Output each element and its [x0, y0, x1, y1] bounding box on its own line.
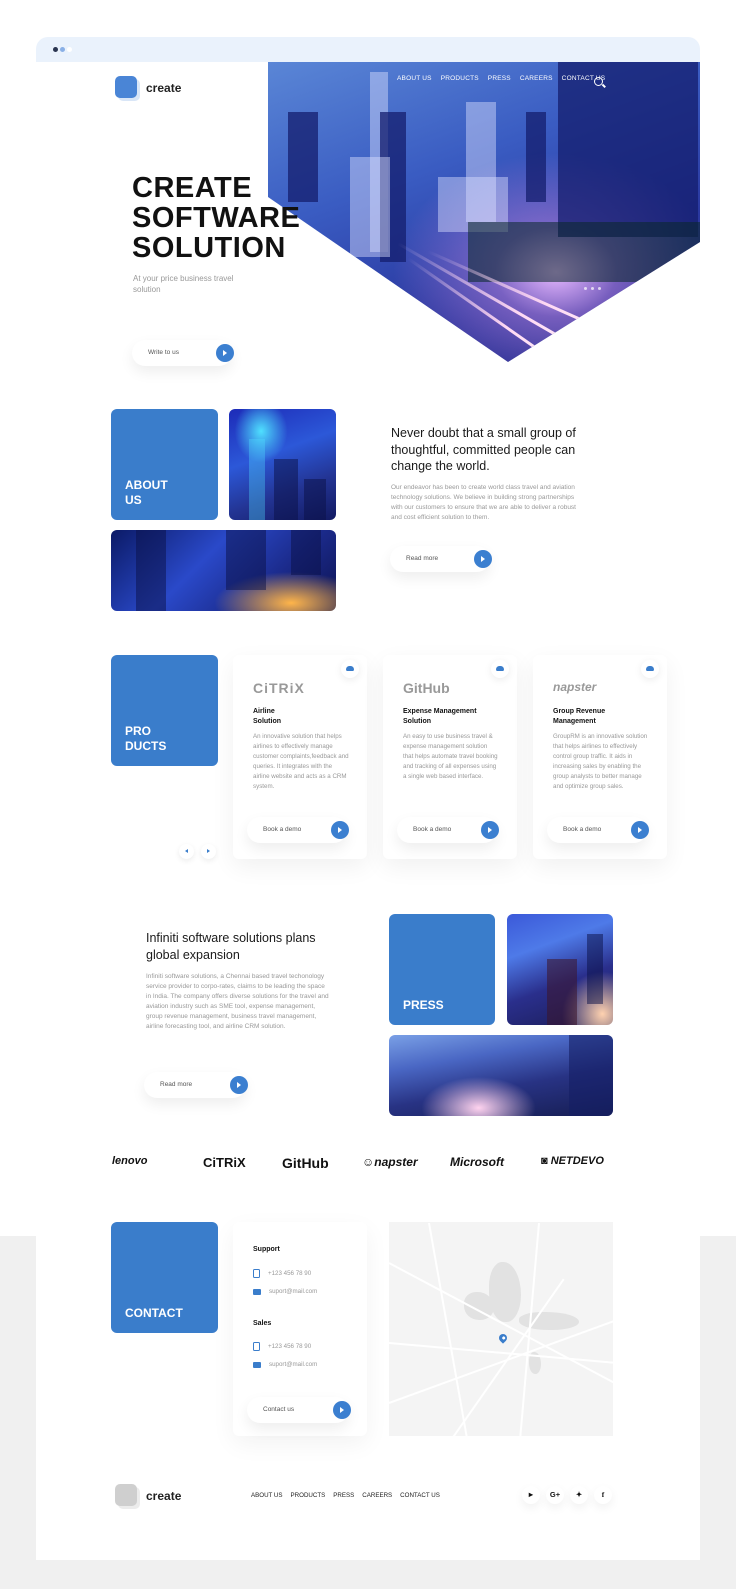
arrow-right-icon: [230, 1076, 248, 1094]
sales-email[interactable]: suport@mail.com: [253, 1361, 317, 1368]
footer-logo-icon: [115, 1484, 137, 1506]
mail-icon: [253, 1288, 261, 1295]
footer-nav-products[interactable]: PRODUCTS: [291, 1492, 326, 1499]
cloud-icon[interactable]: [491, 660, 509, 678]
mail-icon: [253, 1361, 261, 1368]
about-body: Our endeavor has been to create world cl…: [391, 484, 576, 521]
client-logo-netdevo: ◙ NETDEVO: [541, 1155, 604, 1167]
press-body: Infiniti software solutions, a Chennai b…: [146, 973, 329, 1030]
window-dot: [67, 47, 72, 52]
arrow-right-icon: [333, 1401, 351, 1419]
phone-icon: [253, 1269, 260, 1278]
about-us-card[interactable]: ABOUT US: [111, 409, 218, 520]
write-to-us-button[interactable]: Write to us: [132, 340, 234, 366]
support-email[interactable]: suport@mail.com: [253, 1288, 317, 1295]
book-demo-button[interactable]: Book a demo: [397, 817, 499, 843]
contact-us-button[interactable]: Contact us: [247, 1397, 351, 1423]
client-logo-citrix: CiTRiX: [203, 1155, 246, 1170]
contact-card[interactable]: CONTACT: [111, 1222, 218, 1333]
contact-info-card: Support +123 456 78 90 suport@mail.com S…: [233, 1222, 367, 1436]
about-photo-tower: [229, 409, 336, 520]
arrow-right-icon: [474, 550, 492, 568]
about-read-more-button[interactable]: Read more: [390, 546, 492, 572]
client-logo-napster: ☺napster: [362, 1155, 418, 1169]
product-card: CiTRiX Airline Solution An innovative so…: [233, 655, 367, 859]
client-logo-github: GitHub: [282, 1155, 329, 1171]
products-next-button[interactable]: [201, 844, 216, 859]
press-card[interactable]: PRESS: [389, 914, 495, 1025]
hero-slider-dots[interactable]: [584, 287, 601, 290]
search-icon[interactable]: [594, 77, 603, 86]
foursquare-icon[interactable]: ►: [522, 1486, 540, 1504]
footer-nav-careers[interactable]: CAREERS: [362, 1492, 392, 1499]
google-plus-icon[interactable]: G+: [546, 1486, 564, 1504]
twitter-icon[interactable]: ✦: [570, 1486, 588, 1504]
nav-press[interactable]: PRESS: [488, 75, 511, 82]
arrow-right-icon: [631, 821, 649, 839]
nav-about-us[interactable]: ABOUT US: [397, 75, 432, 82]
client-logo-lenovo: lenovo: [112, 1155, 148, 1167]
hero-title: CREATE SOFTWARE SOLUTION: [132, 172, 301, 264]
map-pin-icon[interactable]: [497, 1332, 509, 1344]
sales-phone[interactable]: +123 456 78 90: [253, 1342, 311, 1351]
products-card[interactable]: PRO DUCTS: [111, 655, 218, 766]
client-logo-microsoft: Microsoft: [450, 1155, 504, 1169]
cloud-icon[interactable]: [341, 660, 359, 678]
nav-careers[interactable]: CAREERS: [520, 75, 553, 82]
sales-heading: Sales: [253, 1320, 272, 1327]
arrow-right-icon: [481, 821, 499, 839]
product-card: napster Group Revenue Management GroupRM…: [533, 655, 667, 859]
arrow-right-icon: [331, 821, 349, 839]
logo-text[interactable]: create: [146, 81, 181, 95]
press-photo-highway: [389, 1035, 613, 1116]
support-heading: Support: [253, 1246, 280, 1253]
facebook-icon[interactable]: f: [594, 1486, 612, 1504]
product-brand-logo: CiTRiX: [253, 680, 305, 696]
window-dot: [53, 47, 58, 52]
arrow-right-icon: [216, 344, 234, 362]
nav-products[interactable]: PRODUCTS: [441, 75, 479, 82]
product-description: An easy to use business travel & expense…: [403, 733, 498, 780]
logo-icon: [115, 76, 137, 98]
book-demo-button[interactable]: Book a demo: [547, 817, 649, 843]
product-title: Expense Management Solution: [403, 708, 477, 725]
phone-icon: [253, 1342, 260, 1351]
location-map[interactable]: [389, 1222, 613, 1436]
products-prev-button[interactable]: [179, 844, 194, 859]
footer-nav: ABOUT US PRODUCTS PRESS CAREERS CONTACT …: [251, 1492, 440, 1499]
browser-frame: create ABOUT US PRODUCTS PRESS CAREERS C…: [36, 37, 700, 1560]
window-dot: [60, 47, 65, 52]
cloud-icon[interactable]: [641, 660, 659, 678]
footer-nav-press[interactable]: PRESS: [333, 1492, 354, 1499]
product-description: An innovative solution that helps airlin…: [253, 733, 349, 790]
press-read-more-button[interactable]: Read more: [144, 1072, 248, 1098]
footer-logo-text[interactable]: create: [146, 1489, 181, 1503]
hero-city-image: [268, 62, 700, 362]
product-brand-logo: GitHub: [403, 680, 450, 696]
product-card: GitHub Expense Management Solution An ea…: [383, 655, 517, 859]
support-phone[interactable]: +123 456 78 90: [253, 1269, 311, 1278]
browser-topbar: [36, 37, 700, 62]
about-photo-city: [111, 530, 336, 611]
client-logos: lenovo CiTRiX GitHub ☺napster Microsoft …: [112, 1155, 622, 1179]
product-brand-logo: napster: [553, 680, 597, 694]
press-photo-skyline: [507, 914, 613, 1025]
product-description: GroupRM is an innovative solution that h…: [553, 733, 648, 790]
press-heading: Infiniti software solutions plans global…: [146, 931, 316, 962]
book-demo-button[interactable]: Book a demo: [247, 817, 349, 843]
product-title: Group Revenue Management: [553, 708, 606, 725]
product-title: Airline Solution: [253, 708, 281, 725]
main-nav: ABOUT US PRODUCTS PRESS CAREERS CONTACT …: [397, 75, 605, 82]
hero-subtitle: At your price business travel solution: [133, 274, 234, 294]
about-heading: Never doubt that a small group of though…: [391, 426, 576, 473]
footer-nav-contact-us[interactable]: CONTACT US: [400, 1492, 440, 1499]
footer-nav-about-us[interactable]: ABOUT US: [251, 1492, 283, 1499]
